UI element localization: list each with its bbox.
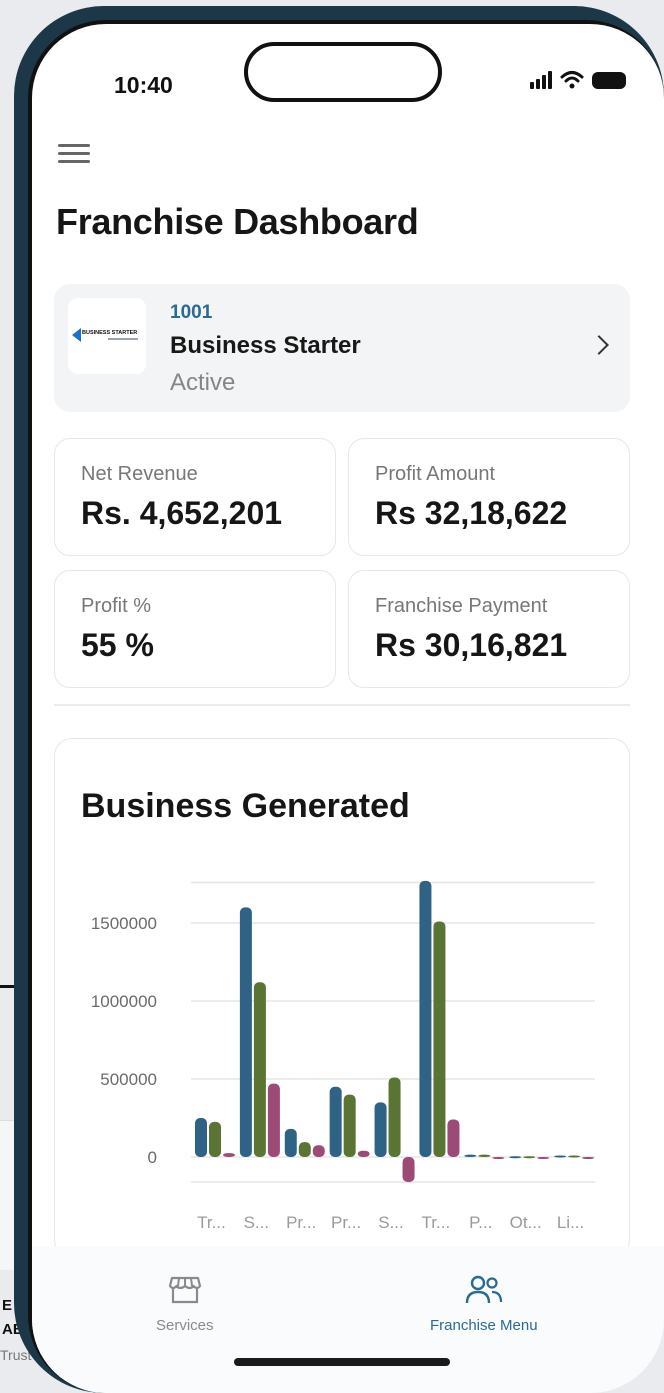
- wifi-icon: [560, 71, 584, 89]
- stat-card-profit-amount: Profit Amount Rs 32,18,622: [348, 438, 630, 556]
- business-generated-chart: 1500000 1000000 500000 0 Tr... S... Pr... Pr...…: [91, 880, 595, 1232]
- store-icon: [168, 1276, 201, 1304]
- bottom-nav: Services Franchise Menu: [32, 1246, 664, 1393]
- nav-label: Franchise Menu: [430, 1317, 538, 1334]
- bar: [343, 1094, 356, 1157]
- signal-icon: [530, 71, 552, 89]
- x-tick-label: Tr...: [197, 1213, 226, 1232]
- bar: [478, 1154, 491, 1157]
- stat-card-profit-percent: Profit % 55 %: [54, 570, 336, 688]
- bar: [357, 1150, 370, 1157]
- stat-label: Net Revenue: [81, 463, 198, 485]
- franchise-logo: BUSINESS STARTER: [68, 298, 146, 374]
- nav-item-services[interactable]: Services: [156, 1274, 214, 1334]
- chevron-right-icon: [589, 335, 609, 355]
- status-time: 10:40: [114, 72, 173, 98]
- y-tick-label: 0: [148, 1148, 157, 1167]
- x-tick-label: Ot...: [510, 1213, 542, 1232]
- bar: [419, 880, 432, 1157]
- home-indicator: [234, 1358, 450, 1366]
- section-divider: [54, 704, 630, 706]
- y-tick-label: 1000000: [91, 992, 157, 1011]
- bar: [582, 1157, 595, 1159]
- logo-tagline-bar: [108, 338, 138, 340]
- bar: [239, 907, 252, 1157]
- franchise-status: Active: [170, 369, 236, 396]
- bar: [267, 1083, 280, 1157]
- x-tick-label: Pr...: [331, 1213, 361, 1232]
- bar: [464, 1154, 477, 1157]
- y-tick-label: 1500000: [91, 914, 157, 933]
- screen: 10:40 Franchise Dashboard BUSINESS START…: [32, 24, 664, 1393]
- page-title: Franchise Dashboard: [56, 201, 419, 242]
- stat-label: Profit Amount: [375, 463, 496, 485]
- bar: [298, 1142, 311, 1157]
- stat-label: Profit %: [81, 595, 152, 617]
- chart-title: Business Generated: [81, 787, 410, 825]
- x-tick-label: Li...: [557, 1213, 584, 1232]
- franchise-code: 1001: [170, 302, 213, 323]
- bar: [523, 1156, 536, 1159]
- bar: [568, 1155, 581, 1158]
- y-tick-label: 500000: [100, 1070, 157, 1089]
- bar: [388, 1077, 401, 1157]
- bar: [312, 1145, 325, 1157]
- x-tick-label: Tr...: [422, 1213, 451, 1232]
- stat-value: Rs 32,18,622: [375, 495, 568, 531]
- nav-item-franchise-menu[interactable]: Franchise Menu: [430, 1274, 538, 1334]
- bar: [492, 1157, 505, 1159]
- hamburger-menu-icon[interactable]: [58, 144, 90, 168]
- battery-icon: [592, 71, 626, 89]
- phone-frame: 10:40 Franchise Dashboard BUSINESS START…: [14, 6, 664, 1393]
- bar: [284, 1128, 297, 1157]
- bar: [374, 1102, 387, 1157]
- stat-value: 55 %: [81, 627, 154, 663]
- phone-bezel: 10:40 Franchise Dashboard BUSINESS START…: [28, 20, 664, 1393]
- bar: [447, 1119, 460, 1157]
- stat-card-franchise-payment: Franchise Payment Rs 30,16,821: [348, 570, 630, 688]
- stat-value: Rs 30,16,821: [375, 627, 568, 663]
- bar: [509, 1156, 522, 1159]
- bar: [537, 1157, 550, 1159]
- x-tick-label: Pr...: [286, 1213, 316, 1232]
- users-icon: [465, 1275, 502, 1304]
- bar: [402, 1157, 415, 1182]
- nav-label: Services: [156, 1317, 214, 1334]
- bar: [554, 1155, 567, 1158]
- business-generated-chart-card: Business Generated 1500000 1000000 500000 0…: [54, 738, 630, 1258]
- logo-text: BUSINESS STARTER: [82, 330, 138, 336]
- status-icons: [530, 70, 626, 90]
- bar: [253, 982, 266, 1157]
- x-tick-label: S...: [378, 1213, 404, 1232]
- bar: [209, 1121, 221, 1157]
- bar: [329, 1086, 342, 1157]
- bar: [223, 1153, 235, 1157]
- stat-value: Rs. 4,652,201: [81, 495, 283, 531]
- dynamic-island: [244, 42, 442, 102]
- x-tick-label: S...: [244, 1213, 270, 1232]
- franchise-selector-card[interactable]: BUSINESS STARTER 1001 Business Starter A…: [54, 284, 630, 412]
- stat-label: Franchise Payment: [375, 595, 548, 617]
- franchise-name: Business Starter: [170, 332, 361, 359]
- background-text-1: E: [2, 1297, 13, 1314]
- bar: [433, 921, 446, 1157]
- stat-card-net-revenue: Net Revenue Rs. 4,652,201: [54, 438, 336, 556]
- bar: [195, 1118, 207, 1157]
- logo-arrow-icon: [72, 328, 81, 342]
- x-tick-label: P...: [469, 1213, 492, 1232]
